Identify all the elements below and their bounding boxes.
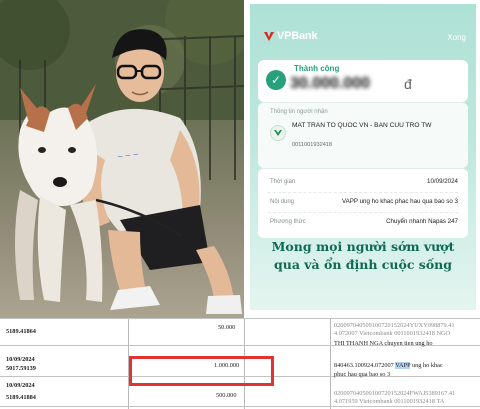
currency-symbol: đ	[404, 76, 412, 92]
transfer-status: Thành công	[294, 64, 340, 73]
highlight-box	[129, 356, 274, 386]
statement-date: 10/09/2024	[6, 356, 35, 363]
row-divider	[0, 318, 480, 319]
detail-row-content: Nội dung VAPP ung ho khac phac hau qua b…	[258, 195, 468, 213]
detail-value: 10/09/2024	[427, 178, 458, 185]
slogan-text: Mong mọi người sớm vượt qua và ổn định c…	[250, 238, 476, 274]
bank-brand-name: VPBank	[277, 30, 318, 42]
detail-row-method: Phương thức Chuyển nhanh Napas 247	[258, 215, 468, 233]
recipient-section-title: Thông tin người nhận	[270, 109, 328, 115]
recipient-name: MAT TRAN TO QUOC VN - BAN CUU TRO TW	[292, 122, 432, 129]
transfer-details: Thời gian 10/09/2024 Nội dung VAPP ung h…	[258, 168, 468, 238]
done-button[interactable]: Xong	[447, 33, 466, 42]
bank-transfer-screenshot: VPBank Xong ✓ Thành công 30.000.000 đ Th…	[250, 4, 476, 310]
statement-doc-no: 5017.59139	[6, 365, 36, 372]
desc-highlight: VAPP	[395, 362, 411, 369]
statement-desc-main: 840463.100924.072007 VAPP ung ho khac	[334, 362, 443, 369]
success-check-icon: ✓	[266, 70, 286, 90]
recipient-card: Thông tin người nhận MAT TRAN TO QUOC VN…	[258, 102, 468, 168]
statement-desc-line: 4.072007 Vietcombank 0011001932418 NGO	[334, 330, 451, 337]
bank-logo-icon	[264, 31, 274, 41]
desc-prefix: 840463.100924.072007	[334, 362, 394, 369]
statement-desc-line: THI THANH NGA chuyen tien ung ho	[334, 340, 433, 347]
detail-key: Thời gian	[270, 179, 296, 185]
statement-date: 10/09/2024	[6, 382, 35, 389]
detail-key: Phương thức	[270, 219, 306, 225]
row-divider	[0, 406, 480, 407]
statement-desc-line: 020097040509100720152024YUXY098879.41	[334, 322, 455, 329]
photo-illustration: ~ ~ ~	[0, 0, 244, 318]
statement-desc-line: 020097040509100720152024FWAJ5389167.41	[334, 390, 456, 397]
slogan-line: Mong mọi người sớm vượt	[271, 239, 455, 254]
transfer-amount: 30.000.000	[290, 75, 371, 92]
detail-row-time: Thời gian 10/09/2024	[258, 175, 468, 193]
slogan-line: qua và ổn định cuộc sống	[274, 257, 452, 272]
photo-man-with-husky: ~ ~ ~	[0, 0, 244, 318]
detail-value: VAPP ung ho khac phac hau qua bao so 3	[341, 198, 458, 205]
column-divider	[330, 318, 331, 409]
statement-desc-line: 4.071959 Vietcombank 0011001932418 TA	[334, 398, 445, 405]
statement-desc-line: phuc hau qua bao so 3	[334, 371, 391, 378]
statement-amount: 50.000	[218, 324, 236, 331]
recipient-account: 0011001932418	[292, 142, 333, 148]
statement-amount: 500.000	[216, 392, 237, 399]
vpbank-logo: VPBank	[264, 30, 318, 42]
transfer-result-card: ✓ Thành công 30.000.000 đ	[258, 60, 468, 102]
detail-key: Nội dung	[270, 199, 295, 205]
recipient-bank-icon	[270, 125, 286, 141]
bank-statement-excerpt: 5189.41864 50.000 10/09/2024 5017.59139 …	[0, 318, 480, 409]
desc-suffix: ung ho khac	[411, 362, 443, 369]
statement-ref: 5189.41884	[6, 394, 36, 401]
statement-ref: 5189.41864	[6, 328, 36, 335]
detail-value: Chuyển nhanh Napas 247	[386, 218, 458, 225]
